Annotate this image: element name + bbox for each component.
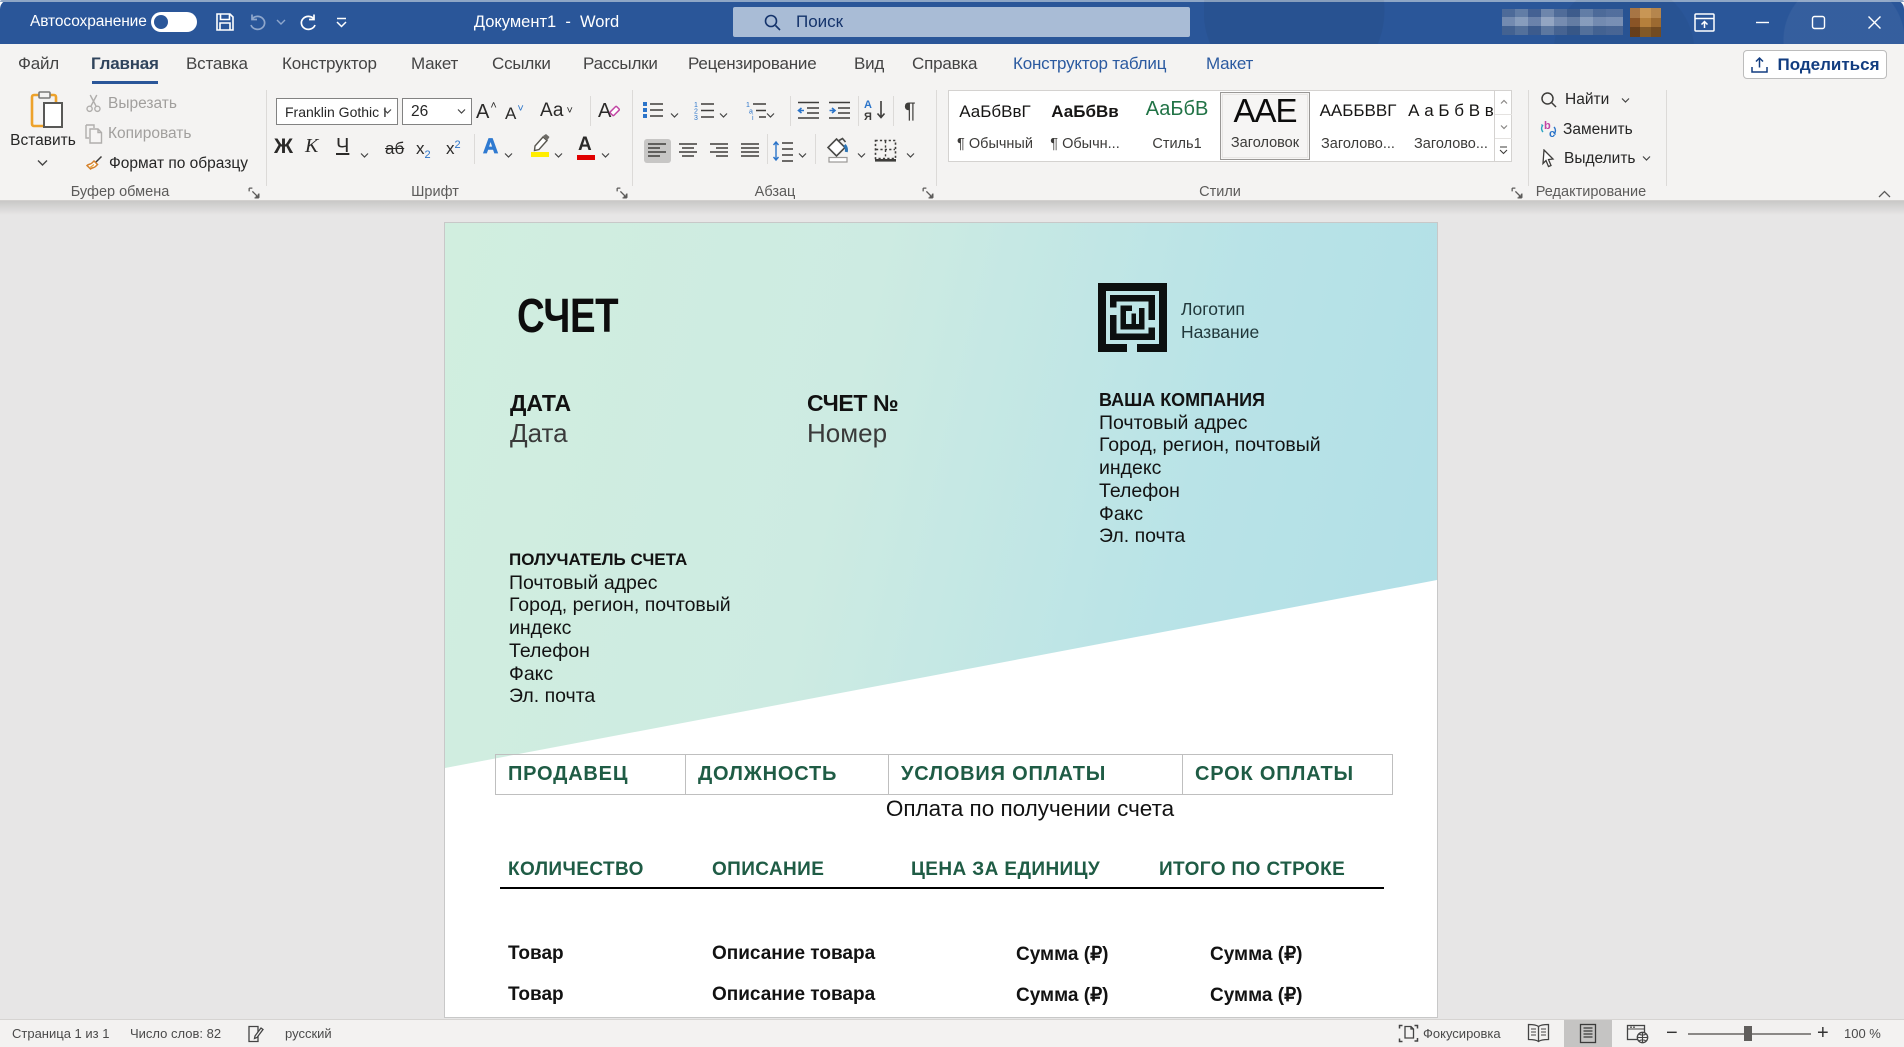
- svg-text:Я: Я: [864, 111, 872, 122]
- svg-text:А: А: [864, 99, 872, 111]
- svg-text:i: i: [752, 115, 754, 120]
- svg-text:3: 3: [694, 115, 698, 120]
